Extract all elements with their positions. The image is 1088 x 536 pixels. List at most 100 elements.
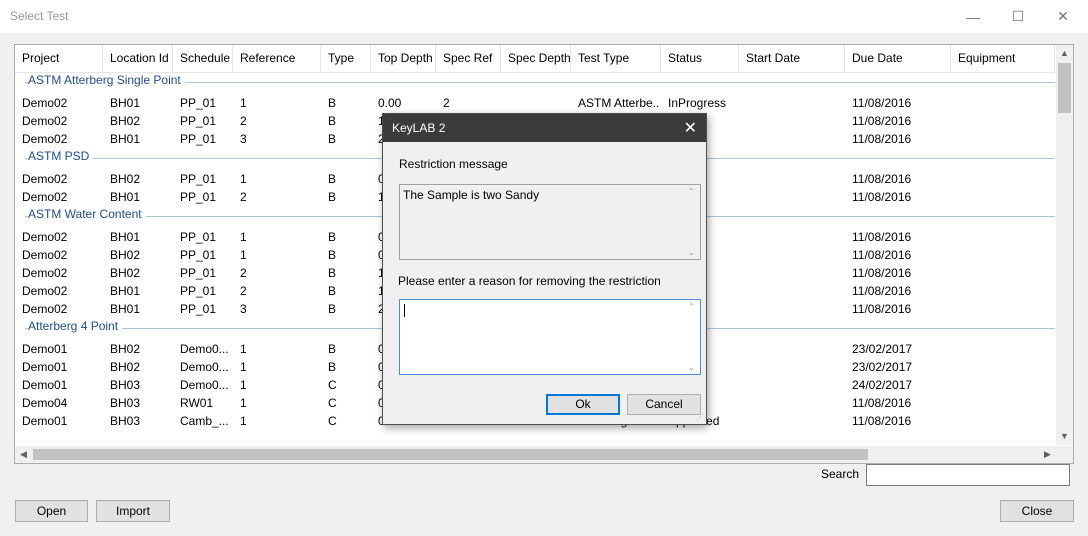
table-cell: PP_01 (180, 284, 217, 298)
table-cell: Demo01 (22, 414, 68, 428)
resize-grip-icon[interactable]: ⋰ (696, 414, 704, 422)
table-cell: PP_01 (180, 96, 217, 110)
table-cell: 11/08/2016 (852, 114, 912, 128)
minimize-icon[interactable]: — (950, 0, 996, 33)
table-cell: 2 (240, 266, 247, 280)
ok-button[interactable]: Ok (546, 394, 620, 415)
table-cell: 11/08/2016 (852, 414, 912, 428)
vertical-scroll-thumb[interactable] (1058, 63, 1071, 113)
chevron-down-icon[interactable]: ⌄ (688, 248, 695, 257)
reason-scrollbar[interactable]: ⌃ ⌄ (686, 302, 698, 372)
maximize-icon[interactable]: ☐ (995, 0, 1041, 33)
dialog-close-icon[interactable]: ✕ (684, 118, 697, 138)
table-cell: 11/08/2016 (852, 190, 912, 204)
reason-textarea[interactable]: ⌃ ⌄ (399, 299, 701, 375)
table-cell: B (328, 114, 337, 128)
table-cell: InProgress (668, 96, 727, 110)
table-cell: PP_01 (180, 114, 217, 128)
table-cell: BH03 (110, 396, 141, 410)
reason-label: Please enter a reason for removing the r… (398, 274, 661, 288)
table-cell: 11/08/2016 (852, 302, 912, 316)
column-header[interactable]: Spec Depth (501, 45, 571, 72)
group-label: ASTM PSD (28, 149, 94, 163)
table-cell: B (328, 342, 337, 356)
table-cell: Demo02 (22, 248, 68, 262)
group-label: ASTM Atterberg Single Point (28, 73, 185, 87)
table-cell: B (328, 190, 337, 204)
table-cell: 1 (240, 248, 247, 262)
table-cell: PP_01 (180, 266, 217, 280)
open-button[interactable]: Open (15, 500, 88, 522)
chevron-down-icon[interactable]: ⌄ (688, 363, 695, 372)
close-window-icon[interactable]: ✕ (1040, 0, 1086, 33)
group-header[interactable]: ASTM Atterberg Single Point (15, 72, 1055, 94)
column-header[interactable]: Reference (233, 45, 321, 72)
table-cell: Demo02 (22, 172, 68, 186)
chevron-up-icon[interactable]: ⌃ (688, 187, 695, 196)
import-button[interactable]: Import (96, 500, 170, 522)
table-cell: 23/02/2017 (852, 360, 913, 374)
column-header[interactable]: Top Depth (371, 45, 436, 72)
horizontal-scrollbar[interactable]: ◀ ▶ (15, 446, 1056, 463)
table-cell: C (328, 378, 337, 392)
column-header[interactable]: Equipment (951, 45, 1055, 72)
table-cell: B (328, 248, 337, 262)
scroll-down-icon[interactable]: ▼ (1056, 428, 1073, 445)
table-cell: BH02 (110, 114, 141, 128)
table-cell: 3 (240, 132, 247, 146)
column-header[interactable]: Location Id (103, 45, 173, 72)
restriction-message-text: The Sample is two Sandy (403, 188, 540, 202)
dialog-title: KeyLAB 2 (392, 121, 446, 135)
chevron-up-icon[interactable]: ⌃ (688, 302, 695, 311)
close-button[interactable]: Close (1000, 500, 1074, 522)
table-cell: 11/08/2016 (852, 96, 912, 110)
table-cell: 11/08/2016 (852, 396, 912, 410)
table-cell: BH01 (110, 96, 141, 110)
restriction-dialog: KeyLAB 2 ✕ Restriction message The Sampl… (382, 113, 707, 425)
table-cell: PP_01 (180, 230, 217, 244)
table-cell: Demo01 (22, 378, 68, 392)
table-cell: BH02 (110, 360, 141, 374)
column-header[interactable]: Type (321, 45, 371, 72)
column-header[interactable]: Test Type (571, 45, 661, 72)
table-cell: B (328, 284, 337, 298)
column-header[interactable]: Spec Ref (436, 45, 501, 72)
column-header[interactable]: Start Date (739, 45, 845, 72)
table-cell: PP_01 (180, 190, 217, 204)
vertical-scrollbar[interactable]: ▲ ▼ (1056, 45, 1073, 445)
table-cell: PP_01 (180, 248, 217, 262)
column-header[interactable]: Due Date (845, 45, 951, 72)
title-bar: Select Test — ☐ ✕ (0, 0, 1088, 33)
table-row[interactable]: Demo02 BH01 PP_01 1 B 0.00 2 ASTM Atterbe... InP… (15, 94, 1055, 112)
table-cell: 1 (240, 396, 247, 410)
column-header[interactable]: Project (15, 45, 103, 72)
table-cell: 2 (240, 190, 247, 204)
table-cell: ASTM Atterbe... (578, 96, 660, 110)
scroll-right-icon[interactable]: ▶ (1039, 446, 1056, 463)
table-cell: BH02 (110, 266, 141, 280)
scroll-left-icon[interactable]: ◀ (15, 446, 32, 463)
search-input[interactable] (866, 464, 1070, 486)
table-cell: 1 (240, 378, 247, 392)
table-cell: BH03 (110, 414, 141, 428)
column-header[interactable]: Schedule (173, 45, 233, 72)
scroll-up-icon[interactable]: ▲ (1056, 45, 1073, 62)
table-cell: 11/08/2016 (852, 266, 912, 280)
table-cell: 2 (240, 284, 247, 298)
dialog-title-bar: KeyLAB 2 ✕ (383, 114, 706, 142)
text-caret (404, 304, 405, 317)
cancel-button[interactable]: Cancel (627, 394, 701, 415)
table-cell: 11/08/2016 (852, 230, 912, 244)
table-cell: Demo0... (180, 342, 229, 356)
column-header[interactable]: Status (661, 45, 739, 72)
table-cell: B (328, 96, 337, 110)
table-cell: Demo02 (22, 132, 68, 146)
table-cell: Demo02 (22, 284, 68, 298)
table-cell: BH01 (110, 302, 141, 316)
restriction-scrollbar[interactable]: ⌃ ⌄ (686, 187, 698, 257)
table-cell: 1 (240, 96, 247, 110)
table-cell: BH02 (110, 248, 141, 262)
horizontal-scroll-thumb[interactable] (33, 449, 868, 460)
table-cell: BH03 (110, 378, 141, 392)
table-cell: Demo01 (22, 342, 68, 356)
